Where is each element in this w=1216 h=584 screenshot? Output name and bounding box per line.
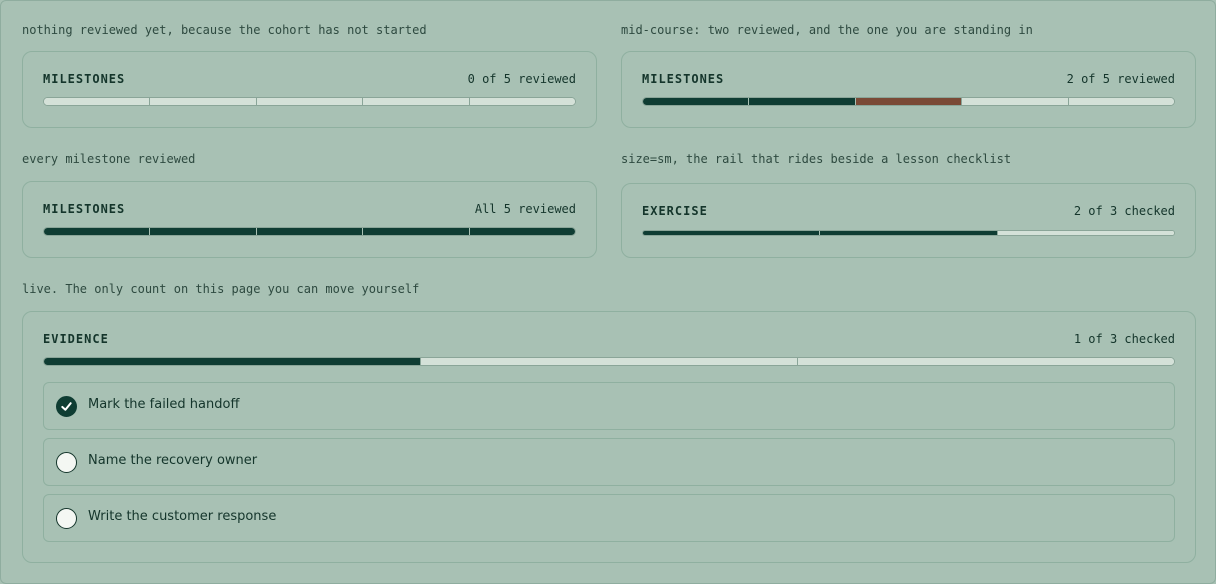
card-title: MILESTONES — [43, 202, 126, 216]
progress-card: MILESTONES All 5 reviewed — [22, 181, 597, 258]
evidence-card: EVIDENCE 1 of 3 checked Mark the failed … — [22, 311, 1196, 563]
card-title: EVIDENCE — [43, 332, 109, 346]
checklist-item[interactable]: Mark the failed handoff — [43, 382, 1175, 430]
progress-segment-todo — [996, 231, 1174, 235]
progress-count: 2 of 5 reviewed — [1066, 72, 1175, 86]
progress-rail — [43, 357, 1175, 366]
progress-segment-todo — [420, 358, 797, 365]
progress-segment-done — [468, 228, 575, 235]
progress-segment-done — [44, 358, 420, 365]
checklist-item[interactable]: Name the recovery owner — [43, 438, 1175, 486]
example-caption: mid-course: two reviewed, and the one yo… — [621, 23, 1033, 37]
progress-segment-todo — [1067, 98, 1174, 105]
example-caption: every milestone reviewed — [22, 152, 196, 166]
progress-card-sm: EXERCISE 2 of 3 checked — [621, 183, 1196, 258]
progress-segment-todo — [44, 98, 150, 105]
progress-segment-current — [854, 98, 962, 105]
progress-segment-todo — [362, 98, 469, 105]
checklist-item-label: Write the customer response — [88, 509, 277, 524]
progress-segment-done — [149, 228, 256, 235]
checkmark-icon — [61, 402, 72, 411]
progress-segment-todo — [797, 358, 1174, 365]
progress-count: 0 of 5 reviewed — [467, 72, 576, 86]
progress-count: 1 of 3 checked — [1073, 332, 1175, 346]
live-caption: live. The only count on this page you ca… — [22, 282, 420, 296]
card-title: MILESTONES — [642, 72, 725, 86]
example-caption: nothing reviewed yet, because the cohort… — [22, 23, 427, 37]
checkbox[interactable] — [56, 396, 77, 417]
progress-segment-todo — [149, 98, 256, 105]
progress-rail — [43, 227, 576, 236]
progress-segment-todo — [961, 98, 1068, 105]
progress-count: 2 of 3 checked — [1073, 204, 1175, 218]
checkbox[interactable] — [56, 508, 77, 529]
card-title: EXERCISE — [642, 204, 708, 218]
progress-segment-done — [748, 98, 855, 105]
progress-count: All 5 reviewed — [474, 202, 576, 216]
example-caption: size=sm, the rail that rides beside a le… — [621, 152, 1012, 166]
checklist-item-label: Mark the failed handoff — [88, 397, 240, 412]
checklist-item-label: Name the recovery owner — [88, 453, 258, 468]
progress-segment-done — [643, 98, 749, 105]
progress-segment-todo — [468, 98, 575, 105]
card-title: MILESTONES — [43, 72, 126, 86]
progress-segment-done — [44, 228, 150, 235]
checkbox[interactable] — [56, 452, 77, 473]
progress-segment-done — [819, 231, 997, 235]
checklist-item[interactable]: Write the customer response — [43, 494, 1175, 542]
page-frame: nothing reviewed yet, because the cohort… — [0, 0, 1216, 584]
progress-segment-todo — [255, 98, 363, 105]
progress-rail — [642, 97, 1175, 106]
progress-rail — [43, 97, 576, 106]
progress-segment-done — [362, 228, 469, 235]
progress-card: MILESTONES 2 of 5 reviewed — [621, 51, 1196, 128]
progress-segment-done — [643, 231, 820, 235]
progress-rail — [642, 230, 1175, 236]
progress-segment-done — [255, 228, 363, 235]
progress-card: MILESTONES 0 of 5 reviewed — [22, 51, 597, 128]
